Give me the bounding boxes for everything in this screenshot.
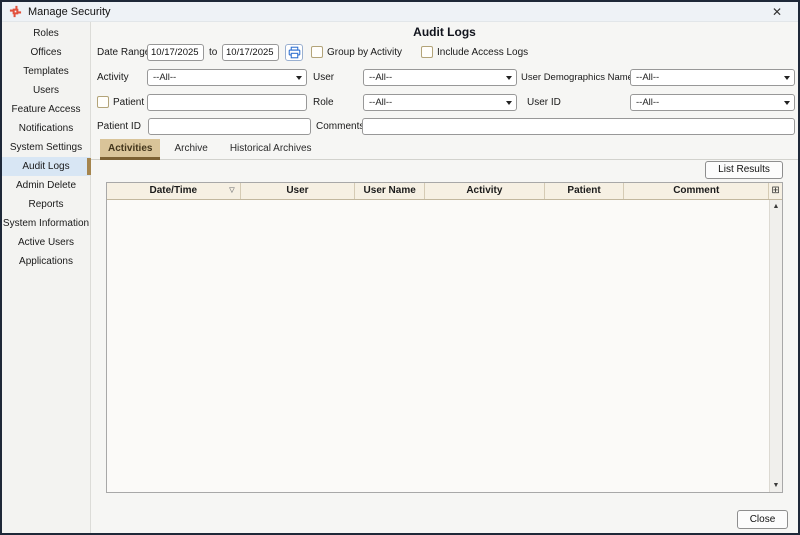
dropdown-arrow-icon xyxy=(784,101,790,105)
patient-id-label: Patient ID xyxy=(97,121,141,132)
user-demographics-label: User Demographics Name xyxy=(521,72,633,83)
print-button[interactable] xyxy=(285,44,303,61)
sidebar-item-roles[interactable]: Roles xyxy=(2,24,90,43)
comments-label: Comments xyxy=(316,121,365,132)
close-button[interactable]: Close xyxy=(737,510,788,529)
audit-logs-panel: Audit Logs Date Range to Group by Activi… xyxy=(91,22,798,533)
titlebar: Manage Security ✕ xyxy=(2,2,798,22)
sidebar-item-admin-delete[interactable]: Admin Delete xyxy=(2,176,90,195)
column-header-activity[interactable]: Activity xyxy=(425,183,545,199)
audit-log-table: Date/Time ▽ User User Name Activity Pati… xyxy=(106,182,783,493)
patient-input[interactable] xyxy=(147,94,307,111)
tab-archive[interactable]: Archive xyxy=(166,139,215,160)
window-title: Manage Security xyxy=(28,5,111,18)
date-to-input[interactable] xyxy=(222,44,279,61)
activity-select-value: --All-- xyxy=(153,72,177,83)
sidebar-item-feature-access[interactable]: Feature Access xyxy=(2,100,90,119)
comments-input[interactable] xyxy=(362,118,795,135)
activity-select[interactable]: --All-- xyxy=(147,69,307,86)
tab-historical-archives[interactable]: Historical Archives xyxy=(222,139,320,160)
sidebar-item-offices[interactable]: Offices xyxy=(2,43,90,62)
column-header-date-time[interactable]: Date/Time ▽ xyxy=(107,183,241,199)
tabstrip: Activities Archive Historical Archives xyxy=(100,139,320,160)
user-id-select[interactable]: --All-- xyxy=(630,94,795,111)
vertical-scrollbar[interactable]: ▲ ▼ xyxy=(769,200,782,492)
user-demographics-select-value: --All-- xyxy=(636,72,660,83)
patient-checkbox[interactable] xyxy=(97,96,109,108)
user-demographics-select[interactable]: --All-- xyxy=(630,69,795,86)
dropdown-arrow-icon xyxy=(296,76,302,80)
activity-label: Activity xyxy=(97,72,129,83)
sidebar-item-system-settings[interactable]: System Settings xyxy=(2,138,90,157)
dropdown-arrow-icon xyxy=(784,76,790,80)
sidebar-item-notifications[interactable]: Notifications xyxy=(2,119,90,138)
tab-activities[interactable]: Activities xyxy=(100,139,161,160)
role-label: Role xyxy=(313,97,334,108)
table-body-empty xyxy=(107,200,769,492)
sidebar-item-templates[interactable]: Templates xyxy=(2,62,90,81)
list-results-button[interactable]: List Results xyxy=(705,161,783,179)
include-access-logs-checkbox[interactable] xyxy=(421,46,433,58)
date-to-label: to xyxy=(209,47,218,58)
column-header-patient[interactable]: Patient xyxy=(545,183,625,199)
column-header-comment[interactable]: Comment xyxy=(624,183,768,199)
group-by-activity-label: Group by Activity xyxy=(327,47,403,58)
sidebar-item-audit-logs[interactable]: Audit Logs xyxy=(2,157,91,176)
sort-indicator-icon[interactable]: ▽ xyxy=(229,183,234,199)
sidebar-item-users[interactable]: Users xyxy=(2,81,90,100)
user-id-label: User ID xyxy=(527,97,561,108)
sidebar-item-reports[interactable]: Reports xyxy=(2,195,90,214)
column-chooser-icon[interactable]: ⊞ xyxy=(768,183,782,199)
include-access-logs-label: Include Access Logs xyxy=(437,47,529,58)
dropdown-arrow-icon xyxy=(506,101,512,105)
patient-label: Patient xyxy=(113,97,145,108)
scroll-down-icon[interactable]: ▼ xyxy=(770,479,782,492)
user-select[interactable]: --All-- xyxy=(363,69,517,86)
sidebar-item-active-users[interactable]: Active Users xyxy=(2,233,90,252)
scroll-up-icon[interactable]: ▲ xyxy=(770,200,782,213)
window-close-icon[interactable]: ✕ xyxy=(768,4,786,20)
sidebar-item-applications[interactable]: Applications xyxy=(2,252,90,271)
column-header-user[interactable]: User xyxy=(241,183,356,199)
table-header-row: Date/Time ▽ User User Name Activity Pati… xyxy=(107,183,782,200)
dropdown-arrow-icon xyxy=(506,76,512,80)
page-title: Audit Logs xyxy=(413,25,476,39)
printer-icon xyxy=(288,46,300,59)
date-range-label: Date Range xyxy=(97,47,151,58)
sidebar-item-system-information[interactable]: System Information xyxy=(2,214,90,233)
user-label: User xyxy=(313,72,335,83)
manage-security-app-icon xyxy=(9,5,22,18)
manage-security-window: Manage Security ✕ Roles Offices Template… xyxy=(0,0,800,535)
group-by-activity-checkbox[interactable] xyxy=(311,46,323,58)
user-id-select-value: --All-- xyxy=(636,97,660,108)
role-select[interactable]: --All-- xyxy=(363,94,517,111)
column-header-user-name[interactable]: User Name xyxy=(355,183,426,199)
sidebar: Roles Offices Templates Users Feature Ac… xyxy=(2,22,91,533)
patient-id-input[interactable] xyxy=(148,118,311,135)
date-from-input[interactable] xyxy=(147,44,204,61)
role-select-value: --All-- xyxy=(369,97,393,108)
user-select-value: --All-- xyxy=(369,72,393,83)
